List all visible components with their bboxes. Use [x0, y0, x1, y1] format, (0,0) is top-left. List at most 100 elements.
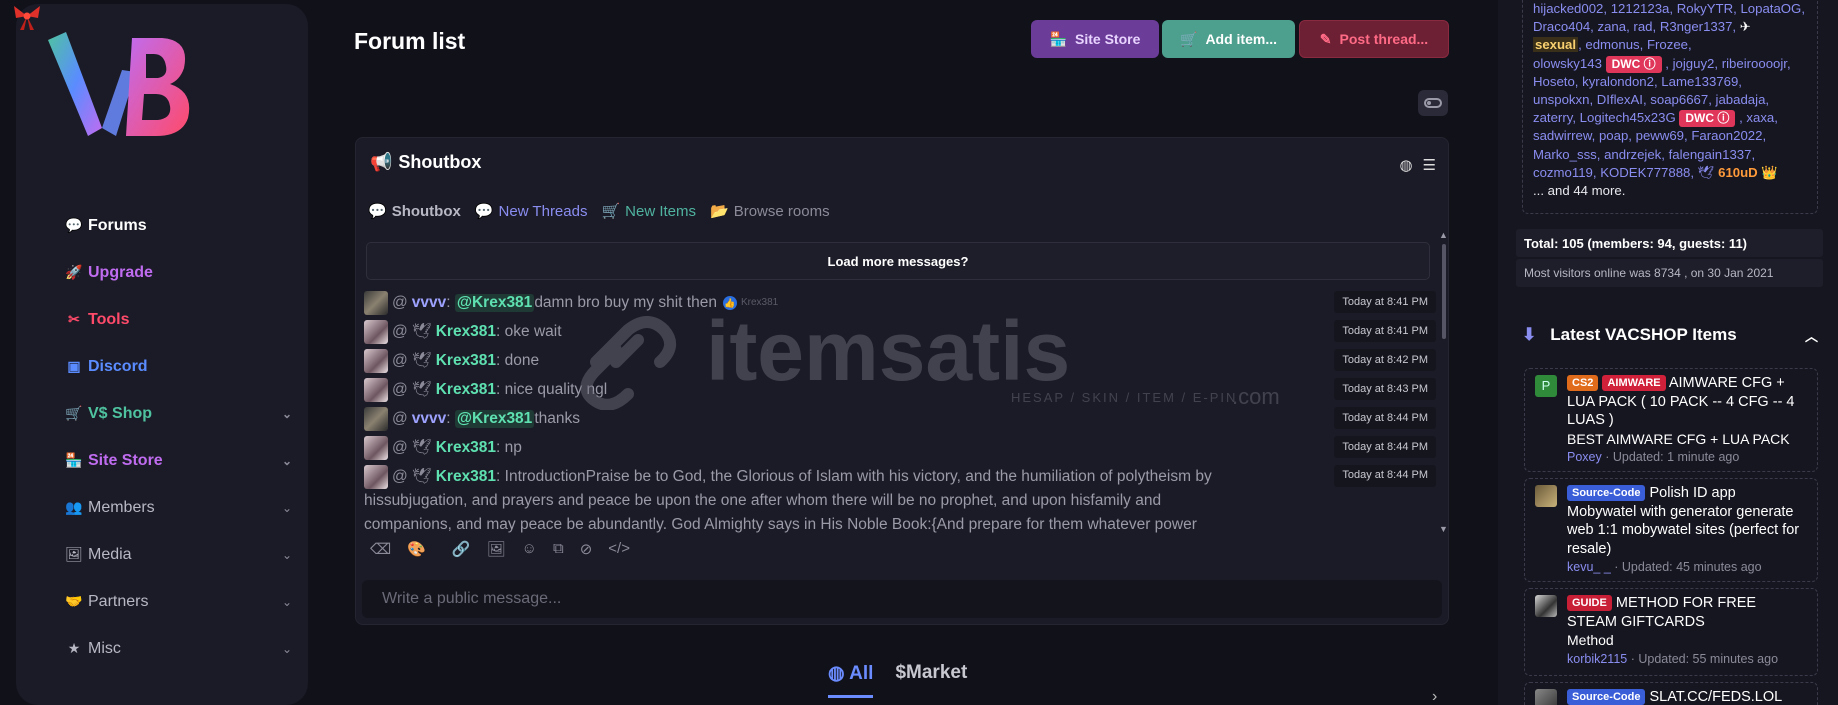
item-author[interactable]: Poxey [1567, 450, 1602, 464]
item-title[interactable]: SLAT.CC/FEDS.LOL [1650, 689, 1783, 705]
avatar[interactable] [364, 465, 388, 489]
forum-tabs: ◍ All $Market [828, 662, 967, 698]
avatar[interactable] [364, 290, 388, 315]
online-users[interactable]: Draco404, zana, rad, R3nger1337, [1533, 19, 1736, 34]
scroll-thumb[interactable] [1442, 244, 1446, 339]
online-line[interactable]: Hoseto, kyralondon2, Lame133769, [1533, 73, 1807, 91]
add-item-button[interactable]: 🛒 Add item... [1162, 20, 1295, 58]
gold-user[interactable]: 610uD [1718, 165, 1758, 180]
online-users[interactable]: cozmo119, KODEK777888, [1533, 165, 1694, 180]
timestamp: Today at 8:41 PM [1334, 291, 1436, 313]
list-item[interactable]: P CS2 AIMWARE AIMWARE CFG + LUA PACK ( 1… [1524, 368, 1818, 472]
message-input[interactable] [362, 580, 1442, 618]
username[interactable]: vvvv [412, 410, 446, 428]
username[interactable]: vvvv [412, 294, 446, 312]
item-author[interactable]: kevu_ _ [1567, 560, 1611, 574]
smiley-icon[interactable]: ☺ [522, 540, 537, 558]
online-users[interactable]: zaterry, Logitech45x23G [1533, 110, 1676, 125]
list-item[interactable]: GUIDE METHOD FOR FREE STEAM GIFTCARDS Me… [1524, 588, 1818, 676]
nav-discord[interactable]: ▣ Discord [64, 343, 304, 390]
tab-browse-rooms[interactable]: 📂 Browse rooms [710, 202, 830, 221]
nav-upgrade[interactable]: 🚀 Upgrade [64, 249, 304, 296]
chevron-up-icon[interactable]: ︿ [1805, 326, 1818, 345]
like-icon[interactable]: 👍 [722, 295, 737, 310]
tab-market[interactable]: $Market [895, 662, 967, 698]
nav-members[interactable]: 👥 Members ⌄ [64, 484, 304, 531]
online-line[interactable]: Marko_sss, andrzejek, falengain1337, [1533, 146, 1807, 164]
palette-icon[interactable]: 🎨 [407, 540, 426, 558]
chevron-right-icon[interactable]: › [1432, 688, 1437, 705]
more-users-link[interactable]: ... and 44 more. [1533, 182, 1807, 200]
post-thread-button[interactable]: ✎ Post thread... [1299, 20, 1449, 58]
nav-partners[interactable]: 🤝 Partners ⌄ [64, 578, 304, 625]
online-users[interactable]: , jojguy2, ribeiroooojr, [1665, 56, 1790, 71]
at-icon[interactable]: @ [392, 294, 408, 312]
store-icon: 🏪 [1049, 30, 1068, 47]
chevron-down-icon[interactable]: ⌄ [282, 454, 292, 468]
code-icon[interactable]: </> [608, 540, 630, 558]
at-icon[interactable]: @ 🕊 [392, 438, 432, 457]
nav-site-store[interactable]: 🏪 Site Store ⌄ [64, 437, 304, 484]
online-line[interactable]: sadwirrew, poap, peww69, Faraon2022, [1533, 127, 1807, 145]
eraser-icon[interactable]: ⌫ [370, 540, 391, 558]
chevron-down-icon[interactable]: ⌄ [282, 642, 292, 656]
username[interactable]: Krex381 [436, 465, 496, 489]
eye-slash-icon[interactable]: ⊘ [580, 540, 593, 558]
at-icon[interactable]: @ 🕊 [392, 351, 432, 370]
avatar[interactable] [364, 406, 388, 431]
online-line[interactable]: unspokxn, DIflexAI, soap6667, jabadaja, [1533, 91, 1807, 109]
highlighted-user[interactable]: sexual [1533, 37, 1579, 53]
nav-misc[interactable]: ★ Misc ⌄ [64, 625, 304, 672]
load-more-button[interactable]: Load more messages? [366, 242, 1430, 280]
avatar[interactable] [364, 377, 388, 402]
scroll-up-icon[interactable]: ▲ [1439, 230, 1448, 240]
message-text-line: hissubjugation, and prayers and peace be… [364, 492, 1162, 509]
tab-all[interactable]: ◍ All [828, 662, 874, 698]
username[interactable]: Krex381 [436, 323, 496, 341]
image-icon[interactable]: 🖼 [487, 540, 506, 558]
at-icon[interactable]: @ [392, 410, 408, 428]
chevron-down-icon[interactable]: ⌄ [282, 407, 292, 421]
avatar[interactable] [364, 435, 388, 460]
username[interactable]: Krex381 [436, 439, 496, 457]
online-user[interactable]: olowsky143 [1533, 56, 1602, 71]
nav-media[interactable]: 🖼 Media ⌄ [64, 531, 304, 578]
online-users-list: hijacked002, 1212123a, RokyYTR, LopataOG… [1522, 0, 1818, 214]
username[interactable]: Krex381 [436, 352, 496, 370]
avatar[interactable] [364, 319, 388, 344]
nav-tools[interactable]: ✂ Tools [64, 296, 304, 343]
message-text: : nice quality ngl [496, 380, 608, 398]
theme-toggle[interactable] [1418, 90, 1448, 116]
tab-new-threads[interactable]: 💬 New Threads [475, 202, 588, 221]
chevron-down-icon[interactable]: ⌄ [282, 501, 292, 515]
link-icon[interactable]: 🔗 [452, 540, 471, 558]
avatar[interactable] [364, 348, 388, 373]
chevron-down-icon[interactable]: ⌄ [282, 595, 292, 609]
nav-vshop[interactable]: 🛒 V$ Shop ⌄ [64, 390, 304, 437]
mention[interactable]: @Krex381 [454, 409, 535, 428]
messages-scrollbar[interactable]: ▲ ▼ [1439, 230, 1448, 534]
mention[interactable]: @Krex381 [454, 293, 535, 312]
scroll-down-icon[interactable]: ▼ [1439, 524, 1448, 534]
item-title[interactable]: AIMWARE CFG + LUA PACK ( 10 PACK -- 4 CF… [1567, 375, 1795, 428]
online-line[interactable]: hijacked002, 1212123a, RokyYTR, LopataOG… [1533, 0, 1807, 18]
menu-icon[interactable]: ☰ [1423, 156, 1436, 174]
username[interactable]: Krex381 [436, 381, 496, 399]
item-author[interactable]: korbik2115 [1567, 652, 1627, 666]
gallery-icon[interactable]: ⧉ [553, 540, 564, 558]
at-icon[interactable]: @ 🕊 [392, 465, 432, 489]
nav-forums[interactable]: 💬 Forums [64, 202, 304, 249]
tab-new-items[interactable]: 🛒 New Items [601, 202, 696, 221]
tab-shoutbox[interactable]: 💬 Shoutbox [368, 202, 461, 221]
globe-icon[interactable]: ◍ [1399, 156, 1412, 174]
list-item[interactable]: Source-Code Polish ID app Mobywatel with… [1524, 478, 1818, 582]
online-users[interactable]: , edmonus, Frozee, [1578, 37, 1692, 52]
site-store-button[interactable]: 🏪 Site Store [1031, 20, 1159, 58]
online-users[interactable]: , xaxa, [1739, 110, 1778, 125]
site-logo[interactable] [44, 30, 194, 140]
at-icon[interactable]: @ 🕊 [392, 380, 432, 399]
at-icon[interactable]: @ 🕊 [392, 322, 432, 341]
vacshop-header[interactable]: ⬇ Latest VACSHOP Items ︿ [1522, 325, 1818, 345]
list-item[interactable]: Source-Code SLAT.CC/FEDS.LOL [1524, 682, 1818, 705]
chevron-down-icon[interactable]: ⌄ [282, 548, 292, 562]
